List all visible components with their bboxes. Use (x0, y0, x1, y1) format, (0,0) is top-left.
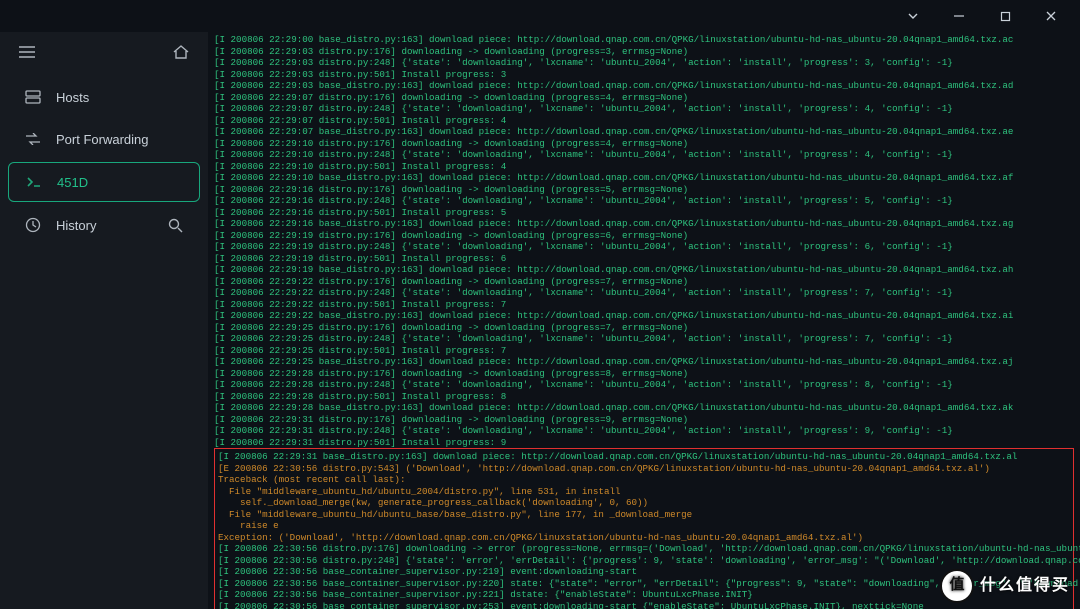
log-line: [I 200806 22:29:19 base_distro.py:163] d… (214, 264, 1074, 276)
log-line: [I 200806 22:29:03 distro.py:501] Instal… (214, 69, 1074, 81)
log-line: [I 200806 22:29:16 base_distro.py:163] d… (214, 218, 1074, 230)
log-line: Exception: ('Download', 'http://download… (218, 532, 1070, 544)
sidebar-item-history[interactable]: History (8, 206, 200, 244)
history-icon (24, 216, 42, 234)
log-line: [I 200806 22:30:56 distro.py:248] {'stat… (218, 555, 1070, 567)
terminal-icon (25, 173, 43, 191)
log-line: [I 200806 22:29:10 distro.py:248] {'stat… (214, 149, 1074, 161)
sidebar-item-label: History (56, 218, 96, 233)
log-line: [I 200806 22:29:25 distro.py:501] Instal… (214, 345, 1074, 357)
log-line: [I 200806 22:30:56 distro.py:176] downlo… (218, 543, 1070, 555)
log-line: [I 200806 22:29:07 base_distro.py:163] d… (214, 126, 1074, 138)
sidebar-item-label: 451D (57, 175, 88, 190)
log-line: [I 200806 22:29:22 base_distro.py:163] d… (214, 310, 1074, 322)
log-line: [I 200806 22:29:25 distro.py:248] {'stat… (214, 333, 1074, 345)
log-line: [I 200806 22:29:31 distro.py:501] Instal… (214, 437, 1074, 449)
sidebar-item-terminal-session[interactable]: 451D (8, 162, 200, 202)
log-line: [I 200806 22:29:10 base_distro.py:163] d… (214, 172, 1074, 184)
home-icon[interactable] (172, 43, 190, 61)
log-line: raise e (218, 520, 1070, 532)
log-line: File "middleware_ubuntu_hd/ubuntu_2004/d… (218, 486, 1070, 498)
log-line: [I 200806 22:29:00 base_distro.py:163] d… (214, 34, 1074, 46)
log-line: [I 200806 22:29:10 distro.py:176] downlo… (214, 138, 1074, 150)
search-icon[interactable] (166, 216, 184, 234)
watermark-badge: 值 (940, 569, 974, 603)
log-line: [I 200806 22:29:10 distro.py:501] Instal… (214, 161, 1074, 173)
log-line: [I 200806 22:29:28 base_distro.py:163] d… (214, 402, 1074, 414)
log-line: [I 200806 22:29:16 distro.py:176] downlo… (214, 184, 1074, 196)
log-line: Traceback (most recent call last): (218, 474, 1070, 486)
log-line: [I 200806 22:29:16 distro.py:248] {'stat… (214, 195, 1074, 207)
log-line: [I 200806 22:29:28 distro.py:501] Instal… (214, 391, 1074, 403)
log-line: [E 200806 22:30:56 distro.py:543] ('Down… (218, 463, 1070, 475)
close-button[interactable] (1028, 2, 1074, 30)
log-line: [I 200806 22:29:19 distro.py:176] downlo… (214, 230, 1074, 242)
hosts-icon (24, 88, 42, 106)
log-line: [I 200806 22:29:31 base_distro.py:163] d… (218, 451, 1070, 463)
log-line: [I 200806 22:29:22 distro.py:501] Instal… (214, 299, 1074, 311)
log-line: [I 200806 22:29:07 distro.py:248] {'stat… (214, 103, 1074, 115)
log-line: [I 200806 22:29:19 distro.py:248] {'stat… (214, 241, 1074, 253)
window-titlebar (0, 0, 1080, 32)
watermark: 值 什么值得买 (940, 569, 1070, 603)
log-line: [I 200806 22:29:07 distro.py:176] downlo… (214, 92, 1074, 104)
log-line: [I 200806 22:29:22 distro.py:248] {'stat… (214, 287, 1074, 299)
port-forwarding-icon (24, 130, 42, 148)
sidebar-item-port-forwarding[interactable]: Port Forwarding (8, 120, 200, 158)
log-line: [I 200806 22:29:25 distro.py:176] downlo… (214, 322, 1074, 334)
log-line: File "middleware_ubuntu_hd/ubuntu_base/b… (218, 509, 1070, 521)
log-line: self._download_merge(kw, generate_progre… (218, 497, 1070, 509)
log-line: [I 200806 22:29:03 distro.py:176] downlo… (214, 46, 1074, 58)
hamburger-icon[interactable] (18, 43, 36, 61)
minimize-button[interactable] (936, 2, 982, 30)
log-line: [I 200806 22:29:31 distro.py:248] {'stat… (214, 425, 1074, 437)
sidebar-item-label: Port Forwarding (56, 132, 148, 147)
log-line: [I 200806 22:29:07 distro.py:501] Instal… (214, 115, 1074, 127)
log-line: [I 200806 22:29:28 distro.py:176] downlo… (214, 368, 1074, 380)
sidebar-item-label: Hosts (56, 90, 89, 105)
log-line: [I 200806 22:29:25 base_distro.py:163] d… (214, 356, 1074, 368)
log-line: [I 200806 22:29:19 distro.py:501] Instal… (214, 253, 1074, 265)
terminal-log: [I 200806 22:29:00 base_distro.py:163] d… (214, 34, 1074, 448)
terminal-pane[interactable]: [I 200806 22:29:00 base_distro.py:163] d… (208, 32, 1080, 609)
log-line: [I 200806 22:29:03 base_distro.py:163] d… (214, 80, 1074, 92)
maximize-button[interactable] (982, 2, 1028, 30)
dropdown-button[interactable] (890, 2, 936, 30)
log-line: [I 200806 22:29:03 distro.py:248] {'stat… (214, 57, 1074, 69)
log-line: [I 200806 22:29:28 distro.py:248] {'stat… (214, 379, 1074, 391)
sidebar: Hosts Port Forwarding 451D History (0, 32, 208, 609)
log-line: [I 200806 22:29:22 distro.py:176] downlo… (214, 276, 1074, 288)
watermark-text: 什么值得买 (980, 576, 1070, 596)
log-line: [I 200806 22:29:16 distro.py:501] Instal… (214, 207, 1074, 219)
log-line: [I 200806 22:29:31 distro.py:176] downlo… (214, 414, 1074, 426)
sidebar-item-hosts[interactable]: Hosts (8, 78, 200, 116)
